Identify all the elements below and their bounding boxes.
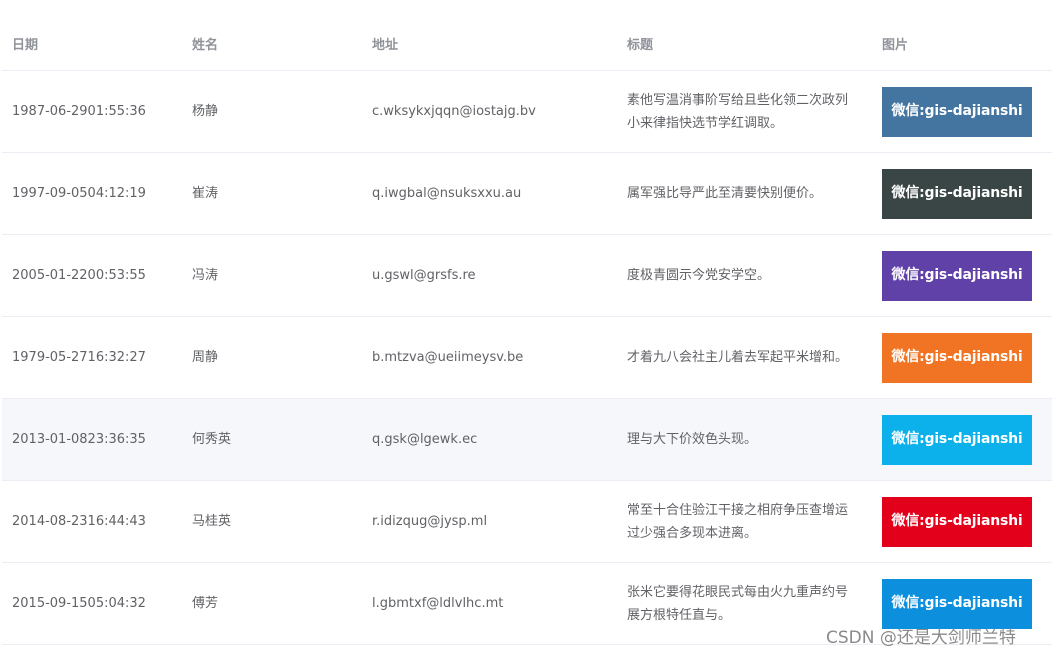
csdn-watermark: CSDN @还是大剑师兰特 <box>826 628 1016 648</box>
header-name[interactable]: 姓名 <box>182 14 362 57</box>
cell-date: 1997-09-0504:12:19 <box>12 186 146 201</box>
table-row[interactable]: 2013-01-0823:36:35 何秀英 q.gsk@lgewk.ec 理与大下价… <box>2 399 1052 481</box>
cell-title: 才着九八会社主儿着去军起平米增和。 <box>617 346 872 369</box>
table-row[interactable]: 2005-01-2200:53:55 冯涛 u.gswl@grsfs.re 度极青圆示… <box>2 235 1052 317</box>
cell-date: 2013-01-0823:36:35 <box>12 432 146 447</box>
thumbnail-image[interactable]: 微信:gis-dajianshi <box>882 578 1032 629</box>
cell-address: l.gbmtxf@ldlvlhc.mt <box>372 596 504 611</box>
cell-image: 微信:gis-dajianshi <box>872 86 1052 137</box>
table-row[interactable]: 1987-06-2901:55:36 杨静 c.wksykxjqqn@iostajg… <box>2 71 1052 153</box>
thumbnail-image[interactable]: 微信:gis-dajianshi <box>882 168 1032 219</box>
cell-address: r.idizqug@jysp.ml <box>372 514 488 529</box>
title-text: 理与大下价效色头现。 <box>627 432 758 447</box>
cell-title: 常至十合住验江干接之相府争压查增运过少强合多现本进离。 <box>617 499 872 545</box>
table-row[interactable]: 2014-08-2316:44:43 马桂英 r.idizqug@jysp.ml 常至… <box>2 481 1052 563</box>
thumbnail-image[interactable]: 微信:gis-dajianshi <box>882 414 1032 465</box>
title-text: 才着九八会社主儿着去军起平米增和。 <box>627 350 849 365</box>
cell-date: 1979-05-2716:32:27 <box>12 350 146 365</box>
cell-name: 何秀英 <box>192 432 232 447</box>
title-text: 张米它要得花眼民式每由火九重声约号展方根特任直与。 <box>627 584 849 623</box>
header-address[interactable]: 地址 <box>362 14 617 57</box>
thumbnail-image[interactable]: 微信:gis-dajianshi <box>882 496 1032 547</box>
cell-address: u.gswl@grsfs.re <box>372 268 476 283</box>
cell-image: 微信:gis-dajianshi <box>872 332 1052 383</box>
title-text: 属军强比导严此至清要快别便价。 <box>627 186 823 201</box>
cell-address: q.gsk@lgewk.ec <box>372 432 478 447</box>
title-text: 度极青圆示今党安学空。 <box>627 268 771 283</box>
table-body: 1987-06-2901:55:36 杨静 c.wksykxjqqn@iostajg… <box>2 71 1052 645</box>
cell-date: 1987-06-2901:55:36 <box>12 104 146 119</box>
cell-name: 傅芳 <box>192 596 219 611</box>
cell-name: 杨静 <box>192 104 219 119</box>
cell-date: 2014-08-2316:44:43 <box>12 514 146 529</box>
cell-name: 马桂英 <box>192 514 232 529</box>
cell-date: 2015-09-1505:04:32 <box>12 596 146 611</box>
cell-image: 微信:gis-dajianshi <box>872 168 1052 219</box>
thumbnail-image[interactable]: 微信:gis-dajianshi <box>882 86 1032 137</box>
header-image[interactable]: 图片 <box>872 14 1052 57</box>
cell-image: 微信:gis-dajianshi <box>872 250 1052 301</box>
thumbnail-image[interactable]: 微信:gis-dajianshi <box>882 332 1032 383</box>
cell-title: 理与大下价效色头现。 <box>617 428 872 451</box>
header-title[interactable]: 标题 <box>617 14 872 57</box>
cell-image: 微信:gis-dajianshi <box>872 578 1052 629</box>
table-header: 日期 姓名 地址 标题 图片 <box>2 0 1052 71</box>
title-text: 常至十合住验江干接之相府争压查增运过少强合多现本进离。 <box>627 502 849 541</box>
title-text: 素他写温消事阶写给且些化领二次政列小来律指快选节学红调取。 <box>627 92 849 131</box>
cell-date: 2005-01-2200:53:55 <box>12 268 146 283</box>
cell-name: 周静 <box>192 350 219 365</box>
cell-title: 素他写温消事阶写给且些化领二次政列小来律指快选节学红调取。 <box>617 89 872 135</box>
cell-image: 微信:gis-dajianshi <box>872 496 1052 547</box>
cell-address: q.iwgbal@nsuksxxu.au <box>372 186 522 201</box>
cell-name: 崔涛 <box>192 186 219 201</box>
thumbnail-image[interactable]: 微信:gis-dajianshi <box>882 250 1032 301</box>
cell-address: b.mtzva@ueiimeysv.be <box>372 350 524 365</box>
cell-address: c.wksykxjqqn@iostajg.bv <box>372 104 536 119</box>
cell-title: 度极青圆示今党安学空。 <box>617 264 872 287</box>
data-table: 日期 姓名 地址 标题 图片 1987-06-2901:55:36 杨静 c.wks… <box>2 0 1052 645</box>
cell-title: 张米它要得花眼民式每由火九重声约号展方根特任直与。 <box>617 581 872 627</box>
table-row[interactable]: 1997-09-0504:12:19 崔涛 q.iwgbal@nsuksxxu.au… <box>2 153 1052 235</box>
cell-title: 属军强比导严此至清要快别便价。 <box>617 182 872 205</box>
header-date[interactable]: 日期 <box>2 14 182 57</box>
table-row[interactable]: 1979-05-2716:32:27 周静 b.mtzva@ueiimeysv.be… <box>2 317 1052 399</box>
cell-name: 冯涛 <box>192 268 219 283</box>
cell-image: 微信:gis-dajianshi <box>872 414 1052 465</box>
